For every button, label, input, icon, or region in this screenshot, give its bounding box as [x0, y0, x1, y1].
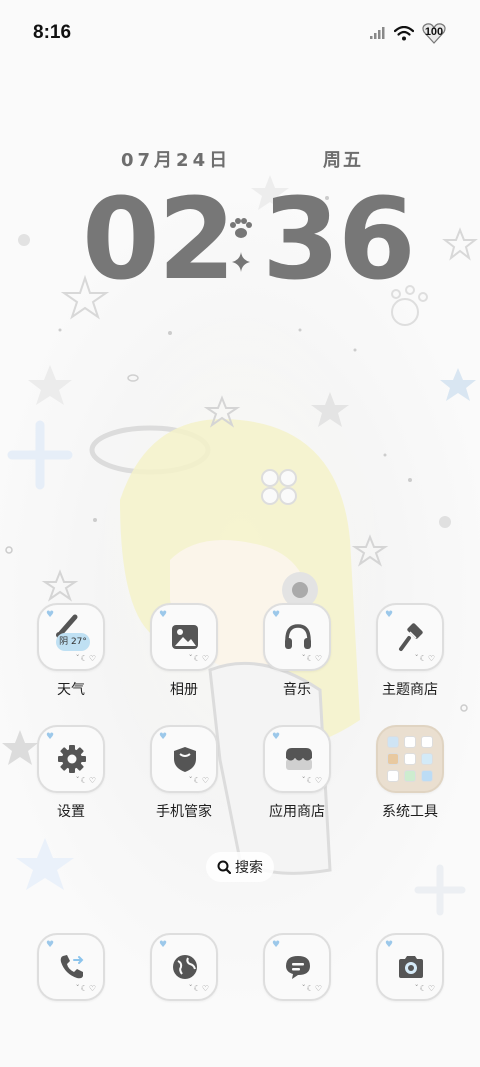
folder-mini-icon [421, 736, 433, 748]
moon-deco: ˇ☾♡ [301, 776, 323, 785]
paw-separator-icon [230, 218, 252, 272]
app-weather[interactable]: ♥ 阴 27° ˇ☾♡ 天气 [23, 603, 119, 713]
folder-tile [376, 725, 444, 793]
moon-deco: ˇ☾♡ [75, 984, 97, 993]
app-label: 设置 [57, 804, 85, 820]
search-label: 搜索 [235, 860, 263, 876]
search-icon [217, 860, 231, 874]
battery-indicator: 100 [422, 22, 446, 44]
app-label: 系统工具 [382, 804, 438, 820]
weekday-text: 周五 [323, 150, 363, 171]
folder-mini-icon [404, 736, 416, 748]
heart-icon: ♥ [272, 732, 281, 742]
app-tile: ♥ ˇ☾♡ [37, 725, 105, 793]
folder-mini-icon [404, 753, 416, 765]
moon-deco: ˇ☾♡ [75, 776, 97, 785]
heart-icon: ♥ [159, 732, 168, 742]
wifi-icon [394, 25, 414, 40]
heart-icon: ♥ [272, 610, 281, 620]
clock-minutes: 36 [262, 175, 416, 305]
status-icons: 100 [370, 22, 446, 44]
heart-icon: ♥ [159, 610, 168, 620]
app-gallery[interactable]: ♥ ˇ☾♡ 相册 [136, 603, 232, 713]
gallery-icon [172, 625, 198, 649]
app-tile: ♥ ˇ☾♡ [37, 933, 105, 1001]
app-tile: ♥ ˇ☾♡ [263, 725, 331, 793]
date-row: 07月24日 周五 [121, 146, 371, 172]
clock-hours: 02 [82, 175, 236, 305]
app-label: 音乐 [283, 682, 311, 698]
dock-phone[interactable]: ♥ ˇ☾♡ [23, 933, 119, 1003]
folder-mini-icon [421, 770, 433, 782]
store-icon [286, 748, 312, 770]
folder-mini-icon [387, 770, 399, 782]
app-tile: ♥ ˇ☾♡ [263, 933, 331, 1001]
phone-icon [60, 955, 84, 979]
app-system-tools-folder[interactable]: 系统工具 [362, 725, 458, 835]
app-label: 相册 [170, 682, 198, 698]
heart-icon: ♥ [46, 940, 55, 950]
app-settings[interactable]: ♥ ˇ☾♡ 设置 [23, 725, 119, 835]
app-label: 主题商店 [382, 682, 438, 698]
browser-icon [173, 955, 197, 979]
dock-browser[interactable]: ♥ ˇ☾♡ [136, 933, 232, 1003]
heart-icon: ♥ [385, 610, 394, 620]
app-tile: ♥ ˇ☾♡ [263, 603, 331, 671]
app-tile: ♥ ˇ☾♡ [376, 603, 444, 671]
heart-icon: ♥ [46, 732, 55, 742]
folder-mini-icon [387, 753, 399, 765]
signal-icon [370, 27, 385, 39]
messages-icon [286, 956, 310, 979]
moon-deco: ˇ☾♡ [188, 984, 210, 993]
app-tile: ♥ ˇ☾♡ [150, 725, 218, 793]
battery-level: 100 [424, 26, 444, 38]
moon-deco: ˇ☾♡ [301, 984, 323, 993]
app-tile: ♥ ˇ☾♡ [376, 933, 444, 1001]
folder-grid [387, 736, 433, 782]
dock-camera[interactable]: ♥ ˇ☾♡ [362, 933, 458, 1003]
app-theme-store[interactable]: ♥ ˇ☾♡ 主题商店 [362, 603, 458, 713]
app-app-store[interactable]: ♥ ˇ☾♡ 应用商店 [249, 725, 345, 835]
app-label: 应用商店 [269, 804, 325, 820]
app-tile: ♥ ˇ☾♡ [150, 933, 218, 1001]
gear-icon [58, 745, 86, 773]
app-label: 天气 [57, 682, 85, 698]
paintbrush-icon [399, 623, 423, 651]
search-button[interactable]: 搜索 [206, 852, 274, 882]
app-music[interactable]: ♥ ˇ☾♡ 音乐 [249, 603, 345, 713]
app-tile: ♥ 阴 27° ˇ☾♡ [37, 603, 105, 671]
camera-icon [399, 956, 423, 978]
status-time: 8:16 [33, 22, 72, 43]
moon-deco: ˇ☾♡ [414, 984, 436, 993]
shield-icon [174, 747, 196, 772]
dock-messages[interactable]: ♥ ˇ☾♡ [249, 933, 345, 1003]
moon-deco: ˇ☾♡ [414, 654, 436, 663]
heart-icon: ♥ [159, 940, 168, 950]
moon-deco: ˇ☾♡ [301, 654, 323, 663]
weather-badge: 阴 27° [56, 633, 90, 651]
app-label: 手机管家 [156, 804, 212, 820]
app-tile: ♥ ˇ☾♡ [150, 603, 218, 671]
folder-mini-icon [387, 736, 399, 748]
headphones-icon [285, 624, 311, 649]
moon-deco: ˇ☾♡ [75, 654, 97, 663]
heart-icon: ♥ [272, 940, 281, 950]
moon-deco: ˇ☾♡ [188, 654, 210, 663]
date-text: 07月24日 [121, 150, 232, 171]
app-phone-manager[interactable]: ♥ ˇ☾♡ 手机管家 [136, 725, 232, 835]
folder-mini-icon [421, 753, 433, 765]
heart-icon: ♥ [385, 940, 394, 950]
status-bar: 8:16 100 [0, 0, 480, 66]
folder-mini-icon [404, 770, 416, 782]
moon-deco: ˇ☾♡ [188, 776, 210, 785]
